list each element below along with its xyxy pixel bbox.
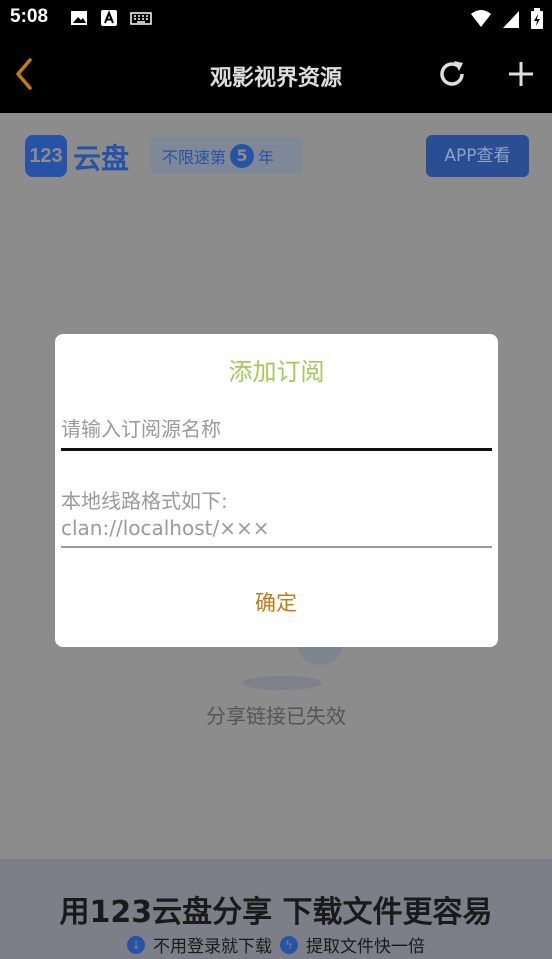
banner-item-2: 提取文件快一倍 bbox=[306, 937, 425, 957]
add-button[interactable] bbox=[505, 58, 537, 90]
wifi-icon bbox=[470, 9, 492, 33]
banner-item-1: 不用登录就下载 bbox=[153, 937, 272, 957]
promo-number: 5 bbox=[230, 143, 255, 168]
refresh-button[interactable] bbox=[437, 58, 469, 90]
bottom-banner[interactable]: 用123云盘分享 下载文件更容易 ↓ 不用登录就下载 ϟ 提取文件快一倍 bbox=[0, 859, 552, 959]
dialog-title: 添加订阅 bbox=[228, 358, 325, 386]
battery-icon bbox=[530, 8, 544, 34]
lightning-icon: ϟ bbox=[280, 935, 298, 954]
keyboard-icon bbox=[130, 9, 152, 31]
logo-123: 123 bbox=[25, 135, 67, 177]
promo-prefix: 不限速第 bbox=[162, 147, 227, 167]
status-time: 5:08 bbox=[10, 6, 49, 27]
signal-icon bbox=[502, 9, 520, 33]
promo-badge: 不限速第 5 年 bbox=[150, 137, 302, 174]
subscription-name-input[interactable] bbox=[61, 410, 492, 451]
plus-icon bbox=[509, 62, 533, 86]
add-subscription-dialog: 添加订阅 确定 bbox=[55, 334, 498, 647]
app-view-button[interactable]: APP查看 bbox=[426, 135, 529, 177]
a-notification-icon bbox=[100, 9, 118, 31]
download-icon: ↓ bbox=[127, 935, 145, 954]
confirm-button[interactable]: 确定 bbox=[226, 582, 326, 622]
banner-subtitle: ↓ 不用登录就下载 ϟ 提取文件快一倍 bbox=[0, 932, 552, 957]
refresh-icon bbox=[440, 61, 464, 86]
status-bar: 5:08 bbox=[0, 0, 552, 36]
expired-message: 分享链接已失效 bbox=[206, 704, 346, 728]
logo-text: 云盘 bbox=[73, 142, 130, 175]
image-notification-icon bbox=[70, 9, 88, 31]
banner-title: 用123云盘分享 下载文件更容易 bbox=[59, 895, 493, 930]
promo-suffix: 年 bbox=[258, 147, 275, 167]
subscription-url-input[interactable] bbox=[61, 488, 492, 548]
app-bar: 观影视界资源 bbox=[0, 36, 552, 113]
page-title: 观影视界资源 bbox=[209, 66, 342, 91]
